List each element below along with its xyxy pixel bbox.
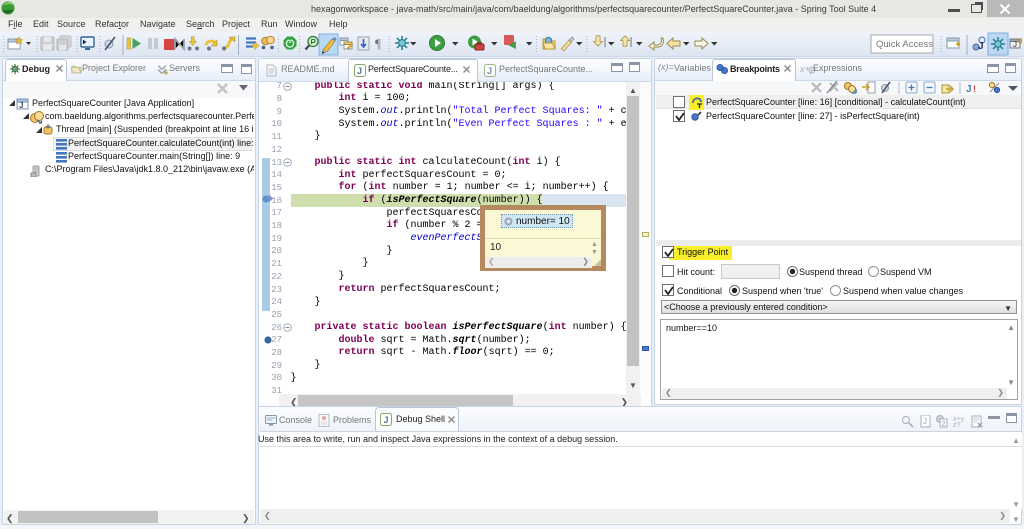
svg-text:z?: z?	[953, 422, 961, 429]
svg-text:J: J	[384, 415, 389, 425]
svg-text:J: J	[487, 66, 492, 76]
svg-text:J: J	[1013, 40, 1017, 49]
svg-text:J: J	[978, 41, 984, 52]
svg-text:0: 0	[1018, 37, 1023, 46]
svg-text:J: J	[923, 417, 927, 426]
svg-text:J: J	[357, 66, 362, 76]
svg-text:2: 2	[942, 421, 946, 428]
svg-text:J: J	[19, 101, 23, 110]
svg-text:J: J	[966, 84, 972, 95]
svg-text:¶: ¶	[375, 36, 381, 51]
svg-text:!: !	[973, 84, 976, 94]
svg-text:Quick Access: Quick Access	[876, 39, 933, 50]
